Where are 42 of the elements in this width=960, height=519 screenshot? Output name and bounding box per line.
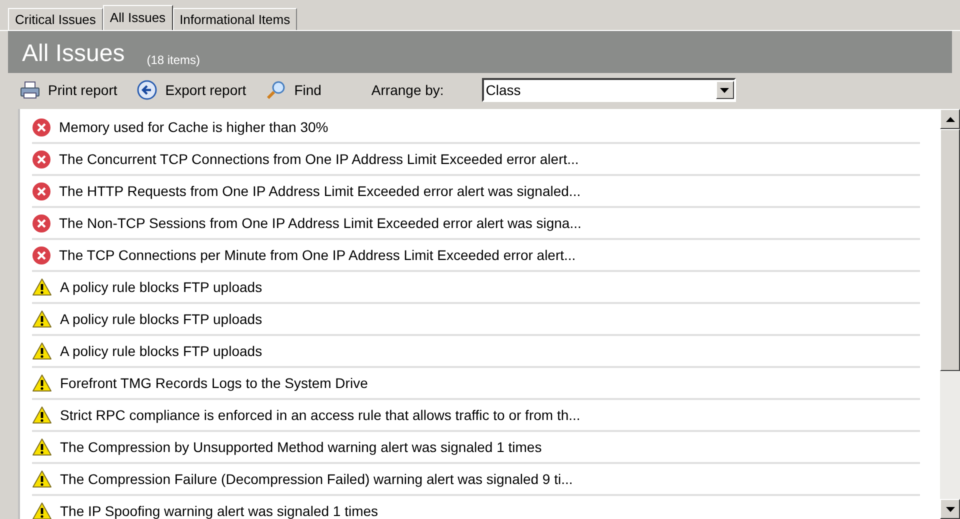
issue-row[interactable]: The TCP Connections per Minute from One IP Address Limit Exceeded error alert... (32, 240, 920, 272)
error-icon (32, 182, 51, 200)
tab[interactable]: All Issues (102, 5, 173, 30)
warning-icon (32, 278, 52, 296)
error-icon (32, 246, 51, 264)
item-count: (18 items) (146, 54, 200, 66)
issue-row[interactable]: Forefront TMG Records Logs to the System Drive (32, 368, 920, 400)
issue-row[interactable]: A policy rule blocks FTP uploads (32, 272, 920, 304)
issue-row[interactable]: A policy rule blocks FTP uploads (32, 304, 920, 336)
page-title: All Issues (22, 42, 125, 66)
export-button[interactable]: Export report (137, 80, 246, 100)
issue-row[interactable]: The Concurrent TCP Connections from One IP Address Limit Exceeded error alert... (32, 144, 920, 176)
tab[interactable]: Informational Items (172, 8, 298, 30)
arrange-label: Arrange by: (371, 80, 444, 100)
search-icon (266, 80, 286, 100)
issue-row[interactable]: The HTTP Requests from One IP Address Limit Exceeded error alert was signaled... (32, 176, 920, 208)
warning-icon (32, 438, 52, 456)
warning-icon (32, 406, 52, 424)
issue-row[interactable]: A policy rule blocks FTP uploads (32, 336, 920, 368)
issue-row[interactable]: Strict RPC compliance is enforced in an access rule that allows traffic to or from th... (32, 400, 920, 432)
print-button[interactable]: Print report (20, 80, 118, 100)
scrollbar[interactable] (940, 109, 960, 519)
scroll-down-icon[interactable] (940, 499, 960, 519)
issue-row[interactable]: The Compression by Unsupported Method warning alert was signaled 1 times (32, 432, 920, 464)
warning-icon (32, 374, 52, 392)
arrange-dropdown[interactable]: Class (482, 78, 736, 102)
issue-row[interactable]: Memory used for Cache is higher than 30% (32, 112, 920, 144)
warning-icon (32, 470, 52, 488)
scroll-thumb[interactable] (940, 129, 960, 371)
issue-row[interactable]: The IP Spoofing warning alert was signaled 1 times (32, 496, 920, 519)
tab[interactable]: Critical Issues (8, 8, 103, 30)
warning-icon (32, 310, 52, 328)
find-button[interactable]: Find (266, 80, 322, 100)
issue-row[interactable]: The Non-TCP Sessions from One IP Address Limit Exceeded error alert was signa... (32, 208, 920, 240)
scroll-up-icon[interactable] (940, 109, 960, 129)
error-icon (32, 150, 51, 168)
warning-icon (32, 502, 52, 519)
warning-icon (32, 342, 52, 360)
printer-icon (20, 81, 40, 99)
error-icon (32, 118, 51, 136)
issue-row[interactable]: The Compression Failure (Decompression Failed) warning alert was signaled 9 ti... (32, 464, 920, 496)
error-icon (32, 214, 51, 232)
